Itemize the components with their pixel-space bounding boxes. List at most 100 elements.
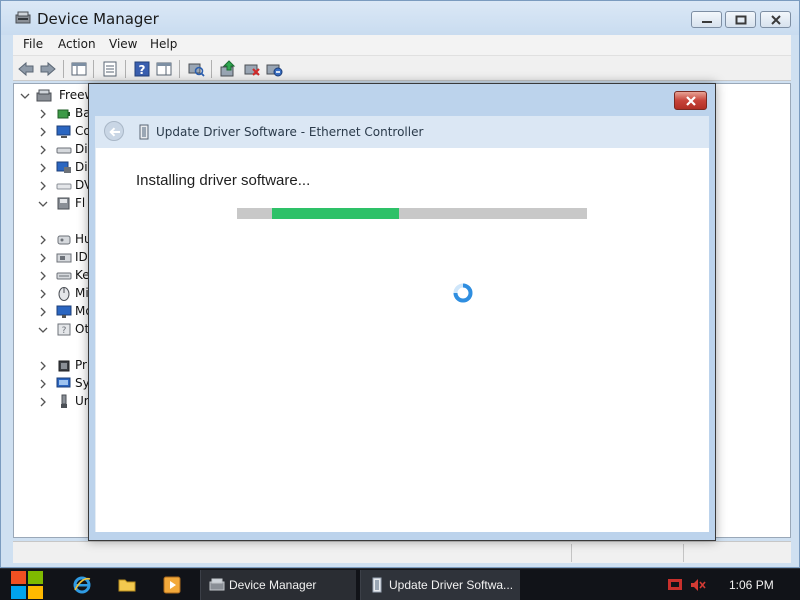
driver-update-icon <box>139 124 149 140</box>
chevron-right-icon[interactable] <box>38 145 48 155</box>
device-manager-icon <box>209 578 225 591</box>
back-arrow-icon <box>109 127 120 137</box>
windows-start-icon[interactable] <box>8 570 46 600</box>
batteries-icon <box>57 109 70 119</box>
chevron-right-icon[interactable] <box>38 253 48 263</box>
chevron-down-icon[interactable] <box>38 199 48 209</box>
show-hide-console-tree-icon[interactable] <box>70 60 88 78</box>
toolbar-separator <box>93 60 94 78</box>
chevron-down-icon[interactable] <box>38 325 48 335</box>
uninstall-device-icon[interactable] <box>265 60 283 78</box>
status-divider <box>571 544 572 562</box>
floppy-controller-icon <box>57 197 70 210</box>
dialog-title: Update Driver Software - Ethernet Contro… <box>156 125 424 139</box>
action-center-flag-icon[interactable] <box>667 578 683 592</box>
other-devices-icon: ? <box>57 323 71 336</box>
tree-category[interactable]: Ke <box>18 267 90 285</box>
properties-list-icon[interactable] <box>101 60 119 78</box>
media-player-icon[interactable] <box>162 575 182 595</box>
menu-view[interactable]: View <box>109 37 137 51</box>
taskbar-device-manager[interactable]: Device Manager <box>200 570 356 600</box>
tree-category[interactable]: DV <box>18 177 92 195</box>
chevron-right-icon[interactable] <box>38 235 48 245</box>
tree-item-label: ID <box>75 250 88 264</box>
dialog-close-button[interactable] <box>674 91 707 110</box>
update-driver-icon[interactable] <box>219 60 237 78</box>
menu-bar: File Action View Help <box>13 35 791 55</box>
toolbar-separator <box>125 60 126 78</box>
tree-category[interactable]: ID <box>18 249 88 267</box>
window-title: Device Manager <box>37 10 159 28</box>
tree-category[interactable]: Ur <box>18 393 89 411</box>
chevron-right-icon[interactable] <box>38 127 48 137</box>
install-status-text: Installing driver software... <box>136 172 311 189</box>
maximize-icon <box>735 15 747 25</box>
menu-help[interactable]: Help <box>150 37 177 51</box>
status-divider <box>683 544 684 562</box>
taskbar-update-driver[interactable]: Update Driver Softwa... <box>360 570 520 600</box>
tree-category[interactable]: Ba <box>18 105 91 123</box>
tree-item-label: Fl <box>75 196 86 210</box>
menu-action[interactable]: Action <box>58 37 96 51</box>
minimize-button[interactable] <box>691 11 722 28</box>
status-bar <box>13 541 791 563</box>
svg-text:?: ? <box>62 326 67 336</box>
internet-explorer-icon[interactable] <box>72 575 92 595</box>
tree-category[interactable]: ? Ot <box>18 321 89 339</box>
toolbar-separator <box>63 60 64 78</box>
dialog-back-button[interactable] <box>104 121 124 141</box>
update-driver-dialog: Update Driver Software - Ethernet Contro… <box>88 83 716 541</box>
processor-icon <box>58 360 70 372</box>
hid-icon <box>57 235 71 245</box>
back-arrow-icon[interactable] <box>17 60 35 78</box>
tree-category[interactable]: Di <box>18 159 88 177</box>
forward-arrow-icon[interactable] <box>39 60 57 78</box>
keyboard-icon <box>56 272 72 280</box>
tree-category[interactable]: Hu <box>18 231 92 249</box>
tree-category[interactable]: Pr <box>18 357 87 375</box>
tree-category[interactable]: Fl <box>18 195 85 213</box>
action-pane-icon[interactable] <box>155 60 173 78</box>
file-explorer-icon[interactable] <box>117 575 137 595</box>
dialog-header: Update Driver Software - Ethernet Contro… <box>95 116 709 148</box>
tree-category[interactable]: Di <box>18 141 88 159</box>
minimize-icon <box>702 21 712 23</box>
ide-controller-icon <box>56 253 72 263</box>
disk-drive-icon <box>56 147 72 154</box>
close-button[interactable] <box>760 11 791 28</box>
computer-root-icon <box>36 89 52 102</box>
tree-item-label: Ur <box>75 394 89 408</box>
tree-category[interactable]: Mi <box>18 285 89 303</box>
chevron-right-icon[interactable] <box>38 109 48 119</box>
toolbar-separator <box>211 60 212 78</box>
system-devices-icon <box>56 377 71 388</box>
chevron-right-icon[interactable] <box>38 163 48 173</box>
chevron-right-icon[interactable] <box>38 361 48 371</box>
tree-item-label: Di <box>75 160 88 174</box>
chevron-right-icon[interactable] <box>38 397 48 407</box>
chevron-right-icon[interactable] <box>38 379 48 389</box>
chevron-right-icon[interactable] <box>38 307 48 317</box>
close-icon <box>771 15 781 25</box>
usb-controller-icon <box>61 394 67 408</box>
tree-category[interactable]: Co <box>18 123 91 141</box>
tree-category[interactable]: Mo <box>18 303 93 321</box>
display-adapter-icon <box>56 161 71 173</box>
help-icon[interactable]: ? <box>133 60 151 78</box>
chevron-right-icon[interactable] <box>38 181 48 191</box>
scan-hardware-icon[interactable] <box>187 60 205 78</box>
mouse-icon <box>58 287 70 301</box>
tree-item-label: Pr <box>75 358 87 372</box>
chevron-down-icon[interactable] <box>20 91 30 101</box>
loading-spinner-icon <box>453 283 473 303</box>
disable-device-icon[interactable] <box>243 60 261 78</box>
chevron-right-icon[interactable] <box>38 271 48 281</box>
menu-file[interactable]: File <box>23 37 43 51</box>
volume-muted-icon[interactable] <box>690 578 706 592</box>
title-bar[interactable]: Device Manager <box>1 1 799 35</box>
toolbar: ? <box>13 55 791 81</box>
clock[interactable]: 1:06 PM <box>729 578 774 592</box>
chevron-right-icon[interactable] <box>38 289 48 299</box>
tree-category[interactable]: Sy <box>18 375 90 393</box>
maximize-button[interactable] <box>725 11 756 28</box>
